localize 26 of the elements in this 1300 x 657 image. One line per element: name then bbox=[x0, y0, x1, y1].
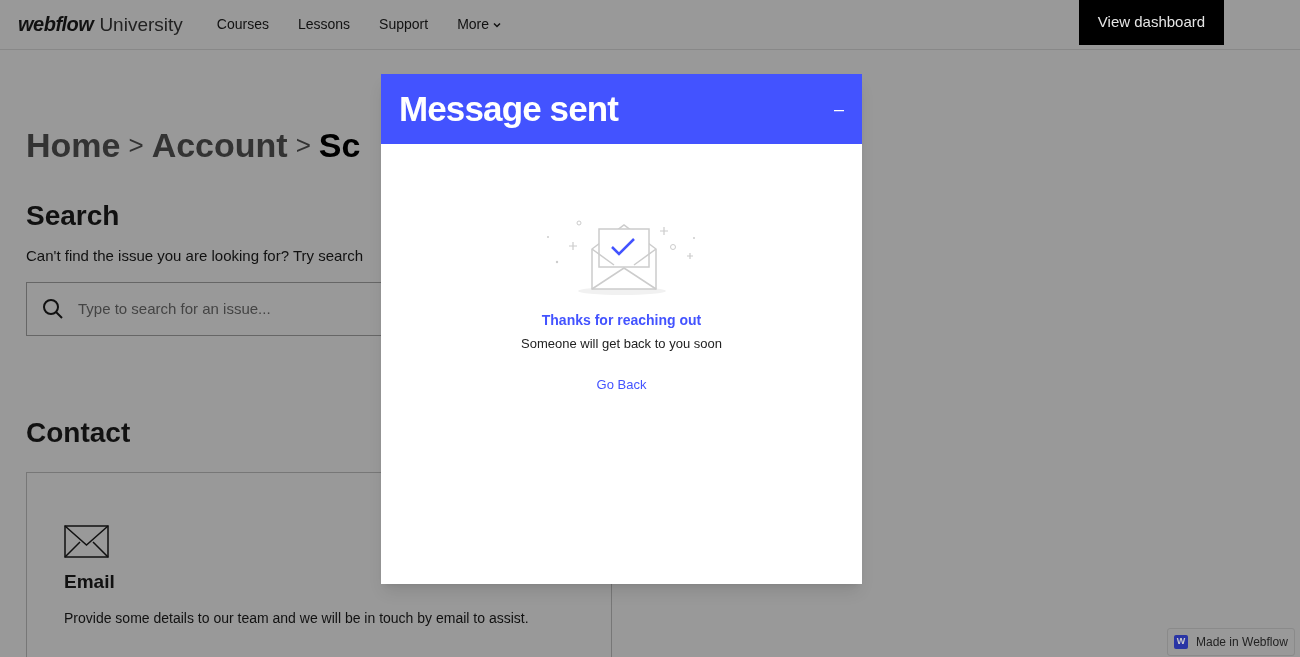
badge-text: Made in Webflow bbox=[1196, 634, 1288, 651]
breadcrumb-link[interactable]: Sc bbox=[318, 119, 361, 171]
card-title: Email bbox=[64, 569, 116, 594]
webflow-logo: W bbox=[1174, 635, 1188, 649]
modal-title: Message sent bbox=[399, 87, 619, 130]
nav-link[interactable]: Courses bbox=[216, 14, 269, 35]
envelope-icon bbox=[64, 524, 109, 558]
minimize-button[interactable]: – bbox=[834, 95, 844, 123]
nav-link[interactable]: Support bbox=[379, 14, 429, 35]
made-in-webflow-badge[interactable]: W Made in Webflow bbox=[1167, 628, 1295, 656]
breadcrumb-separator: > bbox=[128, 128, 144, 162]
view-dashboard-button[interactable]: View dashboard bbox=[1079, 0, 1224, 45]
nav-link[interactable]: Lessons bbox=[297, 14, 351, 35]
nav-link[interactable]: More bbox=[457, 14, 502, 35]
breadcrumb-link[interactable]: Home bbox=[26, 119, 121, 171]
search-icon bbox=[42, 297, 64, 320]
section-heading: Contact bbox=[26, 415, 132, 450]
section-heading: Search bbox=[26, 199, 121, 233]
confirmation-message: Someone will get back to you soon bbox=[521, 335, 722, 353]
logo-wordmark[interactable]: webflow bbox=[18, 9, 94, 40]
breadcrumb-separator: > bbox=[295, 128, 311, 162]
go-back-link[interactable]: Go Back bbox=[596, 374, 647, 394]
breadcrumb-link[interactable]: Account bbox=[151, 119, 288, 171]
logo-text: University bbox=[99, 13, 183, 38]
card-description: Provide some details to our team and we will be in touch by email to assist. bbox=[64, 609, 530, 628]
search-description: Can't find the issue you are looking for? Try search bbox=[26, 246, 365, 266]
